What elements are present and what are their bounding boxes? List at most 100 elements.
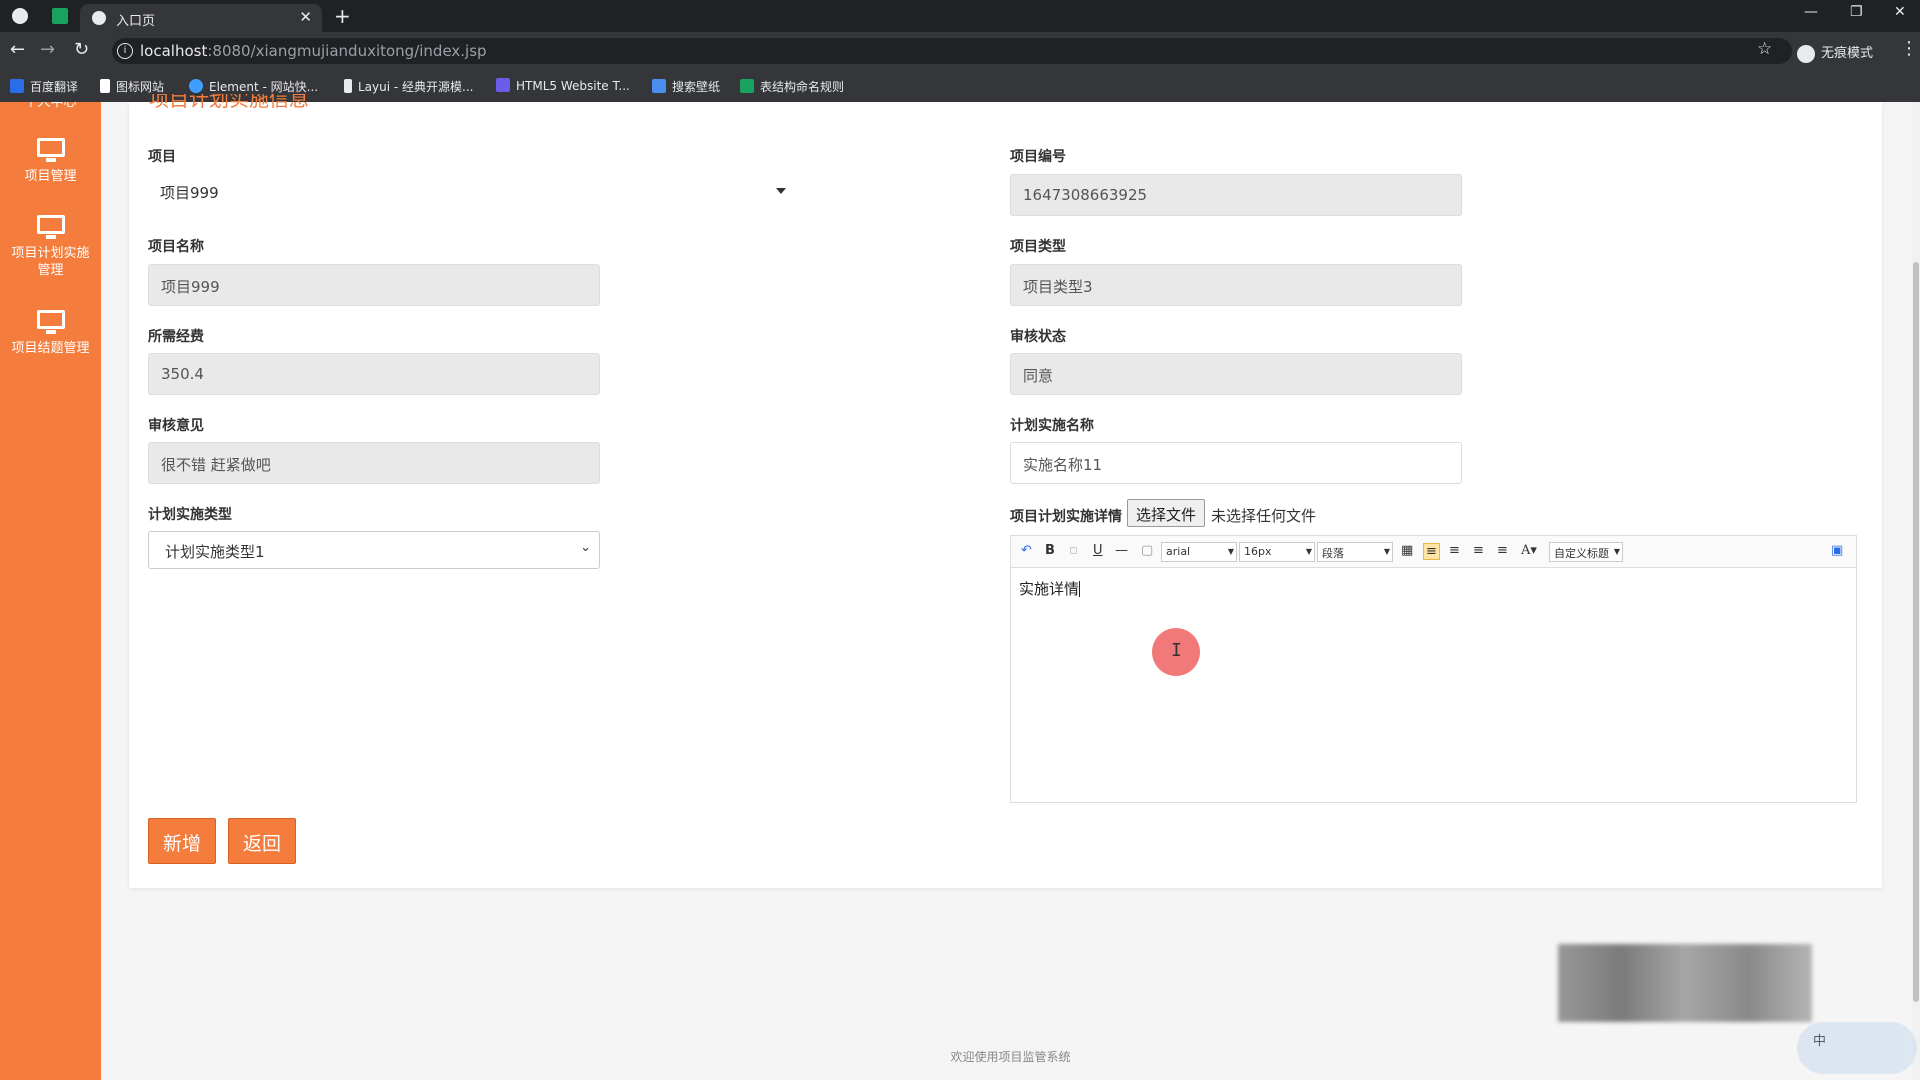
choose-file-button[interactable]: 选择文件 — [1127, 499, 1206, 527]
globe-icon — [92, 11, 106, 25]
sidebar-item-profile[interactable]: 个人中心 — [0, 102, 101, 112]
sidebar-item-label: 项目管理 — [24, 169, 77, 184]
underline-icon[interactable]: U — [1093, 543, 1103, 558]
text-caret — [1079, 581, 1081, 597]
ime-toolbar[interactable]: 中 — [1797, 1022, 1917, 1074]
editor-toolbar: ↶ B ▫ U — ▢ arial ▼ 16px ▼ 段落 ▼ ▦ ≡ ≡ ≡ ≡ A… — [1011, 536, 1856, 568]
bookmark-item[interactable]: 表结构命名规则 — [740, 78, 844, 95]
url-text: localhost:8080/xiangmujianduxitong/index… — [140, 42, 487, 60]
reload-icon[interactable]: ↻ — [74, 39, 89, 60]
layui-icon — [344, 79, 352, 93]
footer-text: 欢迎使用项目监管系统 — [950, 1050, 1071, 1064]
format-paint-icon[interactable]: ▫ — [1069, 543, 1078, 558]
restore-button[interactable]: ❐ — [1850, 4, 1863, 20]
align-left-icon[interactable]: ≡ — [1423, 543, 1440, 560]
new-tab-button[interactable]: + — [334, 4, 351, 28]
editor-content[interactable]: 实施详情 — [1019, 578, 1081, 599]
plan-type-label: 计划实施类型 — [148, 507, 232, 523]
monitor-icon — [36, 215, 65, 239]
page-scrollbar[interactable] — [1912, 102, 1920, 1080]
html5-icon — [496, 78, 510, 92]
monitor-icon — [36, 138, 65, 162]
incognito-icon — [1797, 44, 1815, 63]
undo-icon[interactable]: ↶ — [1021, 543, 1032, 558]
align-justify-icon[interactable]: ≡ — [1497, 543, 1508, 558]
bold-icon[interactable]: B — [1045, 543, 1055, 558]
font-size-select[interactable]: 16px ▼ — [1239, 542, 1315, 562]
back-button[interactable]: 返回 — [228, 818, 297, 864]
align-right-icon[interactable]: ≡ — [1449, 543, 1460, 558]
chevron-down-icon: ⌄ — [580, 540, 591, 555]
tab-title: 入口页 — [116, 14, 156, 29]
plan-name-label: 计划实施名称 — [1010, 418, 1094, 434]
sidebar-item-closing-management[interactable]: 项目结题管理 — [0, 310, 101, 357]
sidebar-item-label: 项目结题管理 — [11, 341, 90, 356]
plan-type-select[interactable]: 计划实施类型1 ⌄ — [148, 531, 600, 569]
project-name-label: 项目名称 — [148, 239, 204, 255]
monitor-icon — [36, 310, 65, 334]
tab-close-icon[interactable]: ✕ — [299, 8, 312, 26]
scrollbar-thumb[interactable] — [1913, 262, 1919, 1002]
sheet-icon — [740, 79, 754, 93]
paste-icon[interactable]: ▢ — [1141, 543, 1153, 558]
project-type-field[interactable]: 项目类型3 — [1010, 264, 1462, 306]
plan-name-input[interactable]: 实施名称11 — [1010, 442, 1462, 484]
detail-label: 项目计划实施详情 — [1010, 509, 1122, 525]
cost-label: 所需经费 — [148, 329, 204, 345]
flag-icon — [100, 79, 110, 93]
rich-text-editor: ↶ B ▫ U — ▢ arial ▼ 16px ▼ 段落 ▼ ▦ ≡ ≡ ≡ ≡ A… — [1010, 535, 1857, 803]
forward-arrow-icon[interactable]: → — [40, 39, 55, 60]
custom-heading-select[interactable]: 自定义标题 ▼ — [1549, 542, 1623, 562]
sidebar-item-label: 项目计划实施管理 — [11, 246, 90, 278]
review-opinion-field[interactable]: 很不错 赶紧做吧 — [148, 442, 600, 484]
translate-icon — [10, 79, 24, 93]
browser-tab-active[interactable]: 入口页 ✕ — [80, 4, 322, 32]
caret-down-icon — [776, 188, 786, 194]
project-name-field[interactable]: 项目999 — [148, 264, 600, 306]
ibeam-cursor-icon: I — [1171, 640, 1182, 661]
project-no-field[interactable]: 1647308663925 — [1010, 174, 1462, 216]
bookmark-item[interactable]: 百度翻译 — [10, 78, 78, 95]
review-status-label: 审核状态 — [1010, 329, 1066, 345]
font-family-select[interactable]: arial ▼ — [1161, 542, 1237, 562]
paragraph-select[interactable]: 段落 ▼ — [1317, 542, 1393, 562]
wallpaper-icon — [652, 79, 666, 93]
bookmark-star-icon[interactable]: ☆ — [1757, 39, 1772, 59]
sidebar: 个人中心 项目管理 项目计划实施管理 项目结题管理 — [0, 102, 101, 1080]
bookmark-item[interactable]: 搜索壁纸 — [652, 78, 720, 95]
blurred-image — [1558, 944, 1812, 1022]
cost-field[interactable]: 350.4 — [148, 353, 600, 395]
file-status-text: 未选择任何文件 — [1211, 507, 1317, 525]
minimize-button[interactable]: — — [1804, 4, 1818, 20]
incognito-indicator[interactable]: 无痕模式 — [1797, 42, 1873, 63]
project-label: 项目 — [148, 149, 176, 165]
browser-menu-icon[interactable]: ⋮ — [1900, 38, 1918, 59]
pinned-tab-icon[interactable] — [52, 8, 68, 24]
project-no-label: 项目编号 — [1010, 149, 1066, 165]
browser-app-icon[interactable] — [12, 8, 28, 24]
table-icon[interactable]: ▦ — [1401, 543, 1413, 558]
info-icon[interactable]: i — [117, 43, 133, 59]
bookmark-item[interactable]: Layui - 经典开源模... — [344, 78, 473, 95]
review-opinion-label: 审核意见 — [148, 418, 204, 434]
sidebar-item-plan-management[interactable]: 项目计划实施管理 — [0, 215, 101, 279]
horizontal-rule-icon[interactable]: — — [1115, 543, 1128, 558]
address-bar[interactable]: i localhost:8080/xiangmujianduxitong/ind… — [112, 38, 1792, 64]
project-type-label: 项目类型 — [1010, 239, 1066, 255]
sidebar-item-project-management[interactable]: 项目管理 — [0, 138, 101, 185]
bookmark-item[interactable]: 图标网站 — [100, 78, 164, 95]
add-button[interactable]: 新增 — [148, 818, 217, 864]
page-title: 项目计划实施信息 — [149, 94, 309, 111]
project-select[interactable]: 项目999 — [148, 172, 798, 210]
back-arrow-icon[interactable]: ← — [10, 39, 25, 60]
browser-toolbar: ← → ↻ i localhost:8080/xiangmujianduxito… — [0, 32, 1920, 70]
font-color-icon[interactable]: A▾ — [1521, 543, 1537, 558]
bookmark-item[interactable]: HTML5 Website T... — [496, 78, 630, 93]
align-center-icon[interactable]: ≡ — [1473, 543, 1484, 558]
fullscreen-icon[interactable]: ▣ — [1831, 543, 1843, 558]
window-close-button[interactable]: ✕ — [1894, 4, 1906, 20]
bookmark-item[interactable]: Element - 网站快... — [189, 78, 318, 95]
review-status-field[interactable]: 同意 — [1010, 353, 1462, 395]
element-icon — [189, 79, 203, 93]
ime-language-label[interactable]: 中 — [1813, 1030, 1826, 1049]
